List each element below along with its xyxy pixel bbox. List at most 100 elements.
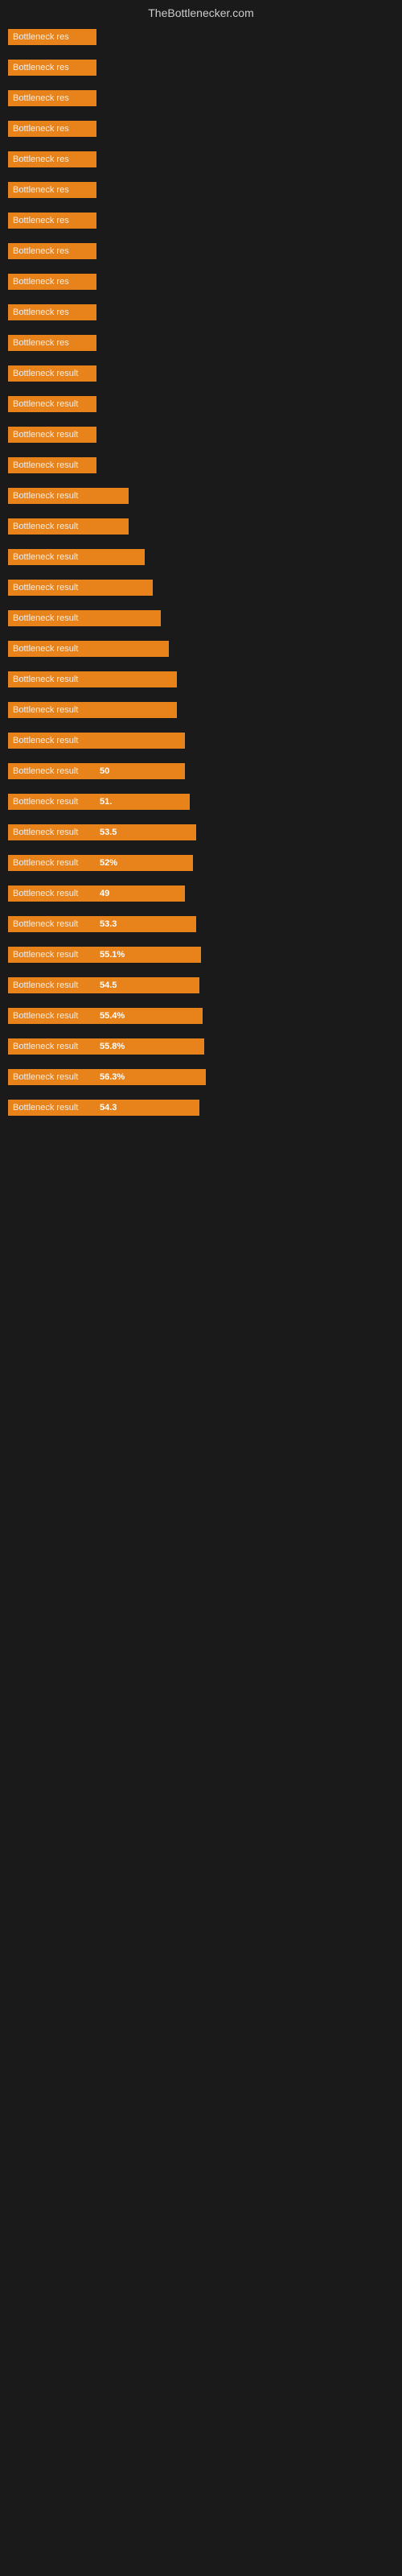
chart-row: Bottleneck result <box>8 549 394 565</box>
row-bar: 54.3 <box>96 1100 199 1116</box>
chart-row: Bottleneck result <box>8 671 394 687</box>
site-title: TheBottlenecker.com <box>148 6 254 19</box>
chart-row: Bottleneck result 53.3 <box>8 916 394 932</box>
chart-row: Bottleneck res <box>8 151 394 167</box>
chart-row: Bottleneck res <box>8 182 394 198</box>
chart-row: Bottleneck result 51. <box>8 794 394 810</box>
row-label: Bottleneck result <box>8 671 96 687</box>
chart-row: Bottleneck res <box>8 304 394 320</box>
chart-row: Bottleneck result 54.3 <box>8 1100 394 1116</box>
chart-row: Bottleneck res <box>8 90 394 106</box>
header: TheBottlenecker.com <box>0 0 402 26</box>
row-bar <box>96 610 161 626</box>
chart-row: Bottleneck result 55.8% <box>8 1038 394 1055</box>
row-value: 54.3 <box>100 1103 117 1113</box>
row-label: Bottleneck result <box>8 1008 96 1024</box>
row-label: Bottleneck result <box>8 763 96 779</box>
chart-row: Bottleneck res <box>8 213 394 229</box>
chart-row: Bottleneck result <box>8 488 394 504</box>
row-label: Bottleneck res <box>8 243 96 259</box>
row-label: Bottleneck result <box>8 794 96 810</box>
chart-row: Bottleneck res <box>8 121 394 137</box>
row-bar <box>96 733 185 749</box>
row-bar <box>96 702 177 718</box>
chart-row: Bottleneck result <box>8 518 394 535</box>
chart-row: Bottleneck result <box>8 365 394 382</box>
row-label: Bottleneck result <box>8 1069 96 1085</box>
row-label: Bottleneck result <box>8 916 96 932</box>
chart-row: Bottleneck result <box>8 396 394 412</box>
chart-row: Bottleneck result 53.5 <box>8 824 394 840</box>
row-bar <box>96 641 169 657</box>
row-bar: 53.3 <box>96 916 196 932</box>
chart-row: Bottleneck result <box>8 610 394 626</box>
row-bar <box>96 488 129 504</box>
row-value: 54.5 <box>100 980 117 990</box>
row-label: Bottleneck res <box>8 274 96 290</box>
row-label: Bottleneck result <box>8 1038 96 1055</box>
chart-row: Bottleneck result <box>8 427 394 443</box>
chart-row: Bottleneck result <box>8 580 394 596</box>
chart-row: Bottleneck result <box>8 457 394 473</box>
chart-row: Bottleneck result 49 <box>8 886 394 902</box>
row-value: 53.5 <box>100 828 117 837</box>
row-label: Bottleneck res <box>8 182 96 198</box>
row-bar: 51. <box>96 794 190 810</box>
row-bar <box>96 671 177 687</box>
chart-row: Bottleneck result 50 <box>8 763 394 779</box>
chart-row: Bottleneck result <box>8 641 394 657</box>
chart-row: Bottleneck result 52% <box>8 855 394 871</box>
row-value: 50 <box>100 766 109 776</box>
row-label: Bottleneck res <box>8 335 96 351</box>
row-bar: 54.5 <box>96 977 199 993</box>
row-label: Bottleneck res <box>8 151 96 167</box>
row-label: Bottleneck result <box>8 1100 96 1116</box>
row-value: 56.3% <box>100 1072 125 1082</box>
row-bar: 53.5 <box>96 824 196 840</box>
chart-row: Bottleneck result 55.4% <box>8 1008 394 1024</box>
row-label: Bottleneck result <box>8 886 96 902</box>
row-label: Bottleneck res <box>8 121 96 137</box>
row-bar: 55.4% <box>96 1008 203 1024</box>
row-value: 55.8% <box>100 1042 125 1051</box>
row-label: Bottleneck result <box>8 610 96 626</box>
chart-row: Bottleneck result 55.1% <box>8 947 394 963</box>
chart-row: Bottleneck res <box>8 335 394 351</box>
row-label: Bottleneck res <box>8 213 96 229</box>
chart-row: Bottleneck result 56.3% <box>8 1069 394 1085</box>
row-label: Bottleneck result <box>8 396 96 412</box>
row-label: Bottleneck result <box>8 977 96 993</box>
chart-row: Bottleneck result 54.5 <box>8 977 394 993</box>
row-value: 55.4% <box>100 1011 125 1021</box>
row-label: Bottleneck result <box>8 549 96 565</box>
row-value: 49 <box>100 889 109 898</box>
row-label: Bottleneck result <box>8 855 96 871</box>
row-label: Bottleneck result <box>8 824 96 840</box>
row-bar: 56.3% <box>96 1069 206 1085</box>
chart-row: Bottleneck res <box>8 243 394 259</box>
row-label: Bottleneck result <box>8 947 96 963</box>
row-bar <box>96 580 153 596</box>
row-label: Bottleneck result <box>8 427 96 443</box>
row-label: Bottleneck result <box>8 518 96 535</box>
row-label: Bottleneck res <box>8 304 96 320</box>
row-label: Bottleneck result <box>8 488 96 504</box>
row-value: 55.1% <box>100 950 125 960</box>
row-value: 52% <box>100 858 117 868</box>
row-label: Bottleneck result <box>8 365 96 382</box>
chart-row: Bottleneck res <box>8 29 394 45</box>
chart-row: Bottleneck result <box>8 733 394 749</box>
chart-row: Bottleneck res <box>8 274 394 290</box>
chart-container: Bottleneck res Bottleneck res Bottleneck r… <box>0 26 402 1127</box>
row-label: Bottleneck result <box>8 733 96 749</box>
chart-row: Bottleneck res <box>8 60 394 76</box>
row-value: 51. <box>100 797 112 807</box>
row-value: 53.3 <box>100 919 117 929</box>
row-bar: 50 <box>96 763 185 779</box>
row-bar <box>96 549 145 565</box>
row-label: Bottleneck res <box>8 90 96 106</box>
row-bar: 55.8% <box>96 1038 204 1055</box>
row-label: Bottleneck res <box>8 29 96 45</box>
row-bar: 49 <box>96 886 185 902</box>
row-label: Bottleneck result <box>8 702 96 718</box>
